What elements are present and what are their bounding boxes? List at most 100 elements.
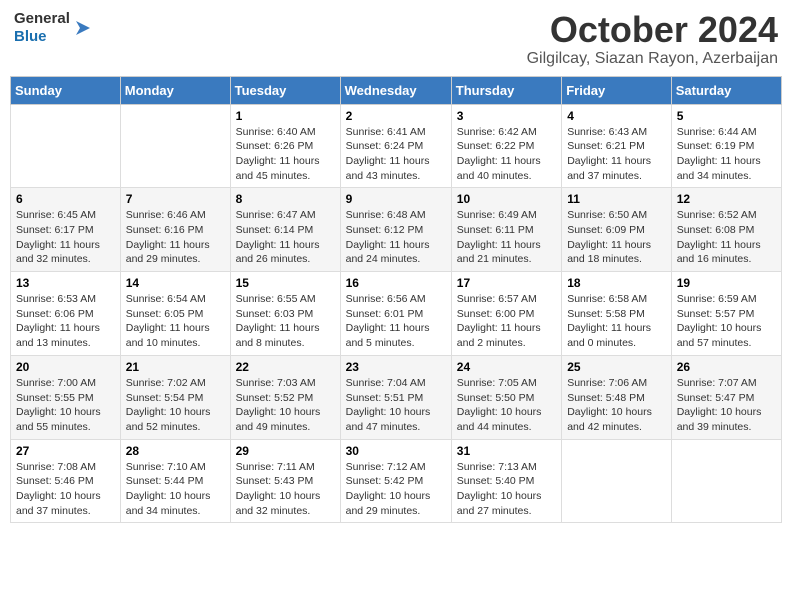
day-number: 7	[126, 192, 225, 206]
day-number: 29	[236, 444, 335, 458]
day-number: 30	[346, 444, 446, 458]
col-header-friday: Friday	[562, 76, 672, 104]
day-number: 12	[677, 192, 776, 206]
day-cell: 14 Sunrise: 6:54 AMSunset: 6:05 PMDayligh…	[120, 272, 230, 356]
day-info: Sunrise: 6:58 AMSunset: 5:58 PMDaylight:…	[567, 292, 666, 351]
day-info: Sunrise: 6:46 AMSunset: 6:16 PMDaylight:…	[126, 208, 225, 267]
col-header-wednesday: Wednesday	[340, 76, 451, 104]
day-number: 24	[457, 360, 556, 374]
day-info: Sunrise: 6:59 AMSunset: 5:57 PMDaylight:…	[677, 292, 776, 351]
day-cell: 10 Sunrise: 6:49 AMSunset: 6:11 PMDayligh…	[451, 188, 561, 272]
day-info: Sunrise: 7:13 AMSunset: 5:40 PMDaylight:…	[457, 460, 556, 519]
day-number: 26	[677, 360, 776, 374]
day-number: 10	[457, 192, 556, 206]
calendar-table: SundayMondayTuesdayWednesdayThursdayFrid…	[10, 76, 782, 524]
day-cell	[562, 439, 672, 523]
day-cell	[671, 439, 781, 523]
week-row-5: 27 Sunrise: 7:08 AMSunset: 5:46 PMDayligh…	[11, 439, 782, 523]
day-cell: 23 Sunrise: 7:04 AMSunset: 5:51 PMDayligh…	[340, 355, 451, 439]
day-info: Sunrise: 6:57 AMSunset: 6:00 PMDaylight:…	[457, 292, 556, 351]
day-number: 22	[236, 360, 335, 374]
day-cell: 24 Sunrise: 7:05 AMSunset: 5:50 PMDayligh…	[451, 355, 561, 439]
day-cell: 26 Sunrise: 7:07 AMSunset: 5:47 PMDayligh…	[671, 355, 781, 439]
day-info: Sunrise: 7:05 AMSunset: 5:50 PMDaylight:…	[457, 376, 556, 435]
day-number: 13	[16, 276, 115, 290]
page-header: General Blue October 2024 Gilgilcay, Sia…	[10, 10, 782, 68]
day-info: Sunrise: 6:50 AMSunset: 6:09 PMDaylight:…	[567, 208, 666, 267]
day-number: 8	[236, 192, 335, 206]
day-info: Sunrise: 7:06 AMSunset: 5:48 PMDaylight:…	[567, 376, 666, 435]
day-info: Sunrise: 7:07 AMSunset: 5:47 PMDaylight:…	[677, 376, 776, 435]
day-number: 3	[457, 109, 556, 123]
day-cell	[120, 104, 230, 188]
day-number: 31	[457, 444, 556, 458]
logo-line1: General	[14, 10, 70, 28]
day-info: Sunrise: 7:12 AMSunset: 5:42 PMDaylight:…	[346, 460, 446, 519]
day-cell: 18 Sunrise: 6:58 AMSunset: 5:58 PMDayligh…	[562, 272, 672, 356]
day-info: Sunrise: 6:53 AMSunset: 6:06 PMDaylight:…	[16, 292, 115, 351]
day-cell: 19 Sunrise: 6:59 AMSunset: 5:57 PMDayligh…	[671, 272, 781, 356]
day-info: Sunrise: 7:11 AMSunset: 5:43 PMDaylight:…	[236, 460, 335, 519]
day-number: 27	[16, 444, 115, 458]
day-info: Sunrise: 6:43 AMSunset: 6:21 PMDaylight:…	[567, 125, 666, 184]
day-info: Sunrise: 6:45 AMSunset: 6:17 PMDaylight:…	[16, 208, 115, 267]
week-row-4: 20Sunrise: 7:00 AMSunset: 5:55 PMDayligh…	[11, 355, 782, 439]
day-number: 19	[677, 276, 776, 290]
day-cell: 20Sunrise: 7:00 AMSunset: 5:55 PMDayligh…	[11, 355, 121, 439]
week-row-1: 1Sunrise: 6:40 AMSunset: 6:26 PMDaylight…	[11, 104, 782, 188]
day-info: Sunrise: 7:04 AMSunset: 5:51 PMDaylight:…	[346, 376, 446, 435]
day-info: Sunrise: 6:49 AMSunset: 6:11 PMDaylight:…	[457, 208, 556, 267]
day-info: Sunrise: 7:03 AMSunset: 5:52 PMDaylight:…	[236, 376, 335, 435]
logo-line2: Blue	[14, 28, 70, 46]
day-number: 25	[567, 360, 666, 374]
day-cell: 2 Sunrise: 6:41 AMSunset: 6:24 PMDaylight…	[340, 104, 451, 188]
day-cell: 12 Sunrise: 6:52 AMSunset: 6:08 PMDayligh…	[671, 188, 781, 272]
col-header-monday: Monday	[120, 76, 230, 104]
day-info: Sunrise: 6:54 AMSunset: 6:05 PMDaylight:…	[126, 292, 225, 351]
day-cell: 13 Sunrise: 6:53 AMSunset: 6:06 PMDayligh…	[11, 272, 121, 356]
day-cell	[11, 104, 121, 188]
col-header-saturday: Saturday	[671, 76, 781, 104]
day-cell: 27 Sunrise: 7:08 AMSunset: 5:46 PMDayligh…	[11, 439, 121, 523]
month-title: October 2024	[527, 10, 778, 50]
day-info: Sunrise: 7:00 AMSunset: 5:55 PMDaylight:…	[16, 376, 115, 435]
day-cell: 17 Sunrise: 6:57 AMSunset: 6:00 PMDayligh…	[451, 272, 561, 356]
day-number: 5	[677, 109, 776, 123]
day-info: Sunrise: 6:48 AMSunset: 6:12 PMDaylight:…	[346, 208, 446, 267]
day-cell: 6 Sunrise: 6:45 AMSunset: 6:17 PMDaylight…	[11, 188, 121, 272]
day-number: 16	[346, 276, 446, 290]
day-info: Sunrise: 7:10 AMSunset: 5:44 PMDaylight:…	[126, 460, 225, 519]
week-row-3: 13 Sunrise: 6:53 AMSunset: 6:06 PMDayligh…	[11, 272, 782, 356]
day-cell: 22 Sunrise: 7:03 AMSunset: 5:52 PMDayligh…	[230, 355, 340, 439]
day-cell: 29 Sunrise: 7:11 AMSunset: 5:43 PMDayligh…	[230, 439, 340, 523]
day-number: 14	[126, 276, 225, 290]
location: Gilgilcay, Siazan Rayon, Azerbaijan	[527, 50, 778, 68]
day-cell: 16 Sunrise: 6:56 AMSunset: 6:01 PMDayligh…	[340, 272, 451, 356]
day-cell: 3Sunrise: 6:42 AMSunset: 6:22 PMDaylight…	[451, 104, 561, 188]
day-number: 23	[346, 360, 446, 374]
day-number: 11	[567, 192, 666, 206]
logo: General Blue	[14, 10, 94, 46]
day-number: 21	[126, 360, 225, 374]
day-number: 17	[457, 276, 556, 290]
day-cell: 28 Sunrise: 7:10 AMSunset: 5:44 PMDayligh…	[120, 439, 230, 523]
day-cell: 11 Sunrise: 6:50 AMSunset: 6:09 PMDayligh…	[562, 188, 672, 272]
day-info: Sunrise: 6:41 AMSunset: 6:24 PMDaylight:…	[346, 125, 446, 184]
day-number: 15	[236, 276, 335, 290]
day-cell: 21Sunrise: 7:02 AMSunset: 5:54 PMDayligh…	[120, 355, 230, 439]
day-number: 18	[567, 276, 666, 290]
day-info: Sunrise: 6:56 AMSunset: 6:01 PMDaylight:…	[346, 292, 446, 351]
day-info: Sunrise: 7:08 AMSunset: 5:46 PMDaylight:…	[16, 460, 115, 519]
col-header-sunday: Sunday	[11, 76, 121, 104]
day-number: 28	[126, 444, 225, 458]
day-number: 6	[16, 192, 115, 206]
logo-arrow-icon	[72, 17, 94, 39]
day-cell: 7 Sunrise: 6:46 AMSunset: 6:16 PMDaylight…	[120, 188, 230, 272]
logo-text: General Blue	[14, 10, 70, 46]
day-number: 9	[346, 192, 446, 206]
day-info: Sunrise: 6:47 AMSunset: 6:14 PMDaylight:…	[236, 208, 335, 267]
day-info: Sunrise: 6:52 AMSunset: 6:08 PMDaylight:…	[677, 208, 776, 267]
col-header-thursday: Thursday	[451, 76, 561, 104]
day-number: 2	[346, 109, 446, 123]
day-info: Sunrise: 6:55 AMSunset: 6:03 PMDaylight:…	[236, 292, 335, 351]
